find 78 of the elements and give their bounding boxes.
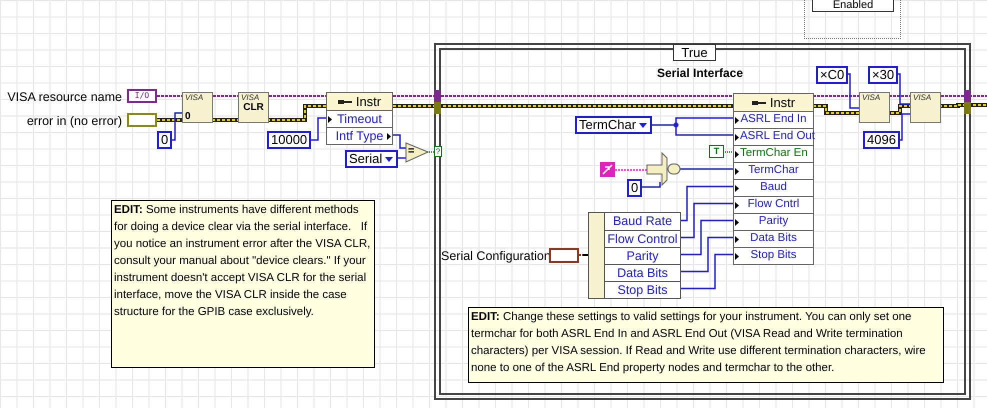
- io-glyph: I/O: [129, 91, 155, 101]
- wire: [393, 134, 406, 149]
- input-arrow-icon: [735, 116, 739, 124]
- boolean-wire: [427, 151, 434, 153]
- wire: [680, 186, 733, 222]
- error-tunnel: [964, 102, 971, 114]
- input-arrow-icon: [735, 236, 739, 242]
- property-name: Intf Type: [334, 130, 384, 142]
- visa-caption: VISA: [862, 93, 880, 102]
- wire: [680, 220, 733, 256]
- equal-sign: =: [408, 145, 414, 157]
- error-tunnel: [434, 102, 441, 114]
- field-name: Flow Control: [605, 230, 680, 247]
- connector-icon: [338, 98, 352, 106]
- clear-text: CLR: [243, 102, 264, 113]
- property-name: Data Bits: [749, 233, 798, 245]
- comment-note: EDIT: Some instruments have different methods for doing a device clear via the serial interface. If you notice an instrument error after the VISA CLR, consult your manual about "device clears." If your instrument doesn't accept VISA CLR for the serial interface, move the VISA CLR inside the case structure for the GPIB case exclusively.: [111, 200, 375, 368]
- wire: [680, 202, 733, 238]
- wire-junction: [674, 122, 678, 128]
- caret-icon: [385, 156, 394, 162]
- input-arrow-icon: [328, 116, 332, 122]
- numeric-constant: 0: [157, 131, 172, 149]
- cluster-terminal: [549, 248, 579, 263]
- field-name: Stop Bits: [605, 281, 680, 298]
- property-name: TermChar: [747, 165, 800, 177]
- caret-icon: [639, 122, 648, 128]
- character-constant-icon: [600, 162, 615, 177]
- visa-caption: VISA: [913, 93, 932, 102]
- type-cast-icon: [646, 152, 680, 186]
- property-name: Timeout: [336, 112, 383, 126]
- property-name: Flow Cntrl: [746, 199, 800, 211]
- comment-note: EDIT: Change these settings to valid settings for your instrument. You can only set one termchar for both ASRL End In and ASRL End Out (VISA Read and Write termination characters) per VISA session. If Read and Write use different termination characters, wire none to one of the ASRL End property nodes and termchar to the other.: [468, 307, 944, 383]
- boolean-wire: [723, 151, 733, 153]
- field-name: Parity: [605, 247, 680, 264]
- input-arrow-icon: [735, 252, 739, 260]
- numeric-constant: 0: [627, 179, 642, 197]
- numeric-constant: 4096: [863, 131, 900, 149]
- error-cluster-terminal: [127, 113, 157, 127]
- visa-tunnel: [964, 90, 971, 102]
- input-arrow-icon: [735, 218, 739, 226]
- open-mode: 0: [185, 111, 191, 122]
- boolean-constant: T: [709, 145, 724, 158]
- input-arrow-icon: [735, 134, 739, 140]
- visa-caption: VISA: [185, 93, 204, 102]
- property-name: Stop Bits: [749, 250, 798, 262]
- wire: [640, 182, 661, 188]
- hex-constant: ×30: [868, 66, 898, 84]
- output-arrow-icon: [387, 132, 391, 140]
- case-label: Serial Interface: [656, 65, 744, 82]
- case-selector[interactable]: True: [673, 44, 716, 61]
- equal-function-icon: [406, 142, 430, 163]
- wire: [680, 236, 733, 272]
- enum-constant[interactable]: TermChar: [575, 116, 652, 134]
- numeric-constant: 10000: [267, 131, 312, 149]
- property-name: TermChar En: [740, 148, 808, 160]
- control-label: VISA resource name: [6, 90, 122, 104]
- field-name: Data Bits: [605, 264, 680, 281]
- control-label: Serial Configuration: [441, 249, 551, 263]
- input-arrow-icon: [735, 150, 739, 158]
- input-arrow-icon: [735, 202, 739, 208]
- visa-caption: VISA: [241, 93, 260, 102]
- field-name: Baud Rate: [612, 213, 674, 230]
- case-selector-terminal: ?: [434, 146, 442, 157]
- input-arrow-icon: [735, 168, 739, 174]
- wire: [680, 254, 733, 290]
- control-label: error in (no error): [26, 114, 122, 128]
- input-arrow-icon: [735, 184, 739, 192]
- enum-constant[interactable]: Serial: [345, 150, 398, 168]
- property-name: Baud: [759, 182, 788, 194]
- property-name: ASRL End In: [740, 114, 807, 126]
- structure-selector[interactable]: Enabled: [812, 0, 894, 12]
- class-name: Instr: [356, 95, 382, 108]
- connector-icon: [752, 98, 766, 106]
- property-name: Parity: [758, 216, 790, 228]
- visa-tunnel: [434, 90, 441, 102]
- hex-constant: ×C0: [816, 66, 848, 84]
- wire: [680, 168, 733, 170]
- class-name: Instr: [770, 96, 796, 109]
